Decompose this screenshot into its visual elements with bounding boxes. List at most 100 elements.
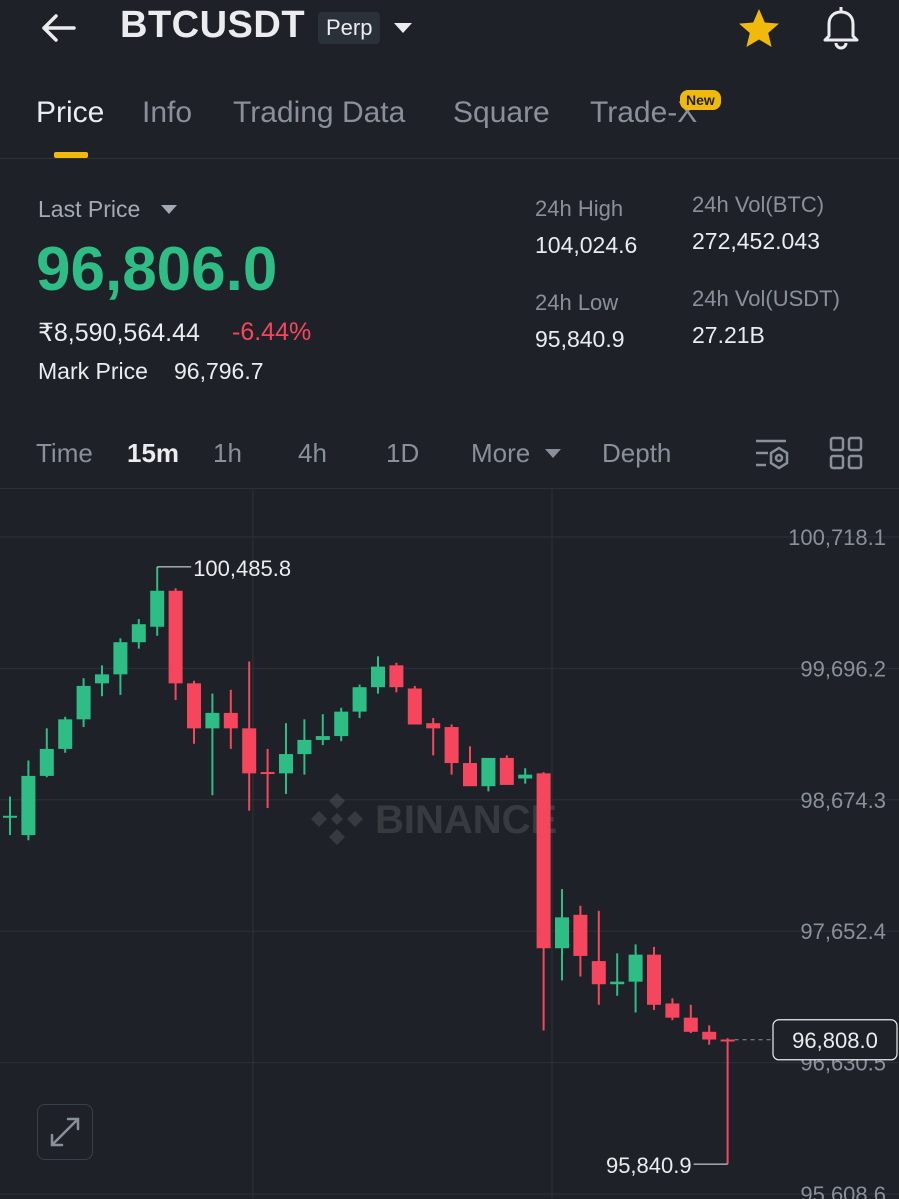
candle-body	[223, 712, 238, 729]
change-percent: -6.44%	[232, 318, 312, 346]
back-button[interactable]	[36, 8, 80, 48]
candle-body	[58, 719, 73, 749]
candle-body	[463, 763, 477, 787]
symbol-dropdown-button[interactable]	[392, 20, 414, 41]
stat-high-value: 104,024.6	[535, 232, 638, 258]
y-tick-label: 97,652.4	[800, 919, 886, 944]
candles	[3, 566, 735, 1165]
tab-square[interactable]: Square	[453, 96, 550, 130]
candle-body	[426, 723, 441, 729]
candle-body	[352, 687, 367, 712]
candle-body	[205, 712, 220, 729]
y-tick-label: 100,718.1	[788, 525, 886, 550]
layout-button[interactable]	[829, 436, 863, 475]
candle-body	[647, 954, 661, 1005]
candle-body	[555, 917, 569, 949]
expand-icon	[50, 1117, 80, 1147]
candle-body	[499, 757, 514, 785]
stat-low-label: 24h Low	[535, 290, 619, 315]
timeframe-more[interactable]: More	[471, 438, 530, 469]
timeframe-time[interactable]: Time	[36, 438, 93, 469]
favorite-button[interactable]	[736, 6, 782, 57]
candle-body	[39, 748, 54, 776]
timeframe-1d[interactable]: 1D	[386, 438, 419, 469]
candle-body	[371, 666, 385, 688]
last-price-dropdown[interactable]	[160, 203, 178, 221]
candle-body	[665, 1003, 680, 1018]
inr-price: ₹8,590,564.44	[38, 319, 200, 347]
last-price-label[interactable]: Last Price	[38, 196, 140, 223]
more-dropdown[interactable]	[544, 447, 562, 465]
candle-body	[150, 590, 165, 627]
candle-body	[315, 736, 330, 740]
candle-body	[536, 773, 551, 949]
mark-price-value: 96,796.7	[174, 358, 264, 384]
candle-body	[260, 772, 275, 775]
candle-body	[131, 624, 146, 643]
binance-watermark: BINANCE	[311, 793, 557, 845]
current-price-label: 96,808.0	[792, 1028, 878, 1053]
candle-body	[76, 685, 91, 720]
y-tick-label: 99,696.2	[800, 656, 886, 681]
candle-body	[187, 683, 201, 729]
candle-body	[407, 688, 422, 725]
candle-body	[444, 727, 459, 764]
candle-body	[683, 1017, 698, 1032]
caret-down-icon	[545, 449, 561, 458]
timeframe-4h[interactable]: 4h	[298, 438, 327, 469]
alert-button[interactable]	[818, 4, 864, 55]
candle-body	[334, 711, 349, 737]
mark-price-label: Mark Price	[38, 358, 148, 384]
stat-high-label: 24h High	[535, 196, 624, 221]
candle-body	[297, 739, 312, 755]
candle-body	[591, 961, 606, 985]
chevron-down-icon	[394, 23, 412, 33]
svg-text:BINANCE: BINANCE	[375, 798, 557, 842]
candle-body	[21, 775, 36, 836]
stat-low-value: 95,840.9	[535, 326, 625, 352]
stat-vol-btc-label: 24h Vol(BTC)	[692, 192, 825, 217]
tab-info[interactable]: Info	[142, 96, 192, 130]
timeframe-15m[interactable]: 15m	[127, 438, 179, 469]
y-tick-label: 95,608.6	[800, 1182, 886, 1199]
indicator-settings-button[interactable]	[754, 436, 790, 477]
fullscreen-button[interactable]	[37, 1104, 93, 1160]
chart-grid	[0, 489, 899, 1199]
symbol-title[interactable]: BTCUSDT	[120, 4, 305, 47]
timeframe-1h[interactable]: 1h	[213, 438, 242, 469]
caret-down-icon	[161, 205, 177, 214]
candle-body	[242, 728, 257, 774]
tab-price[interactable]: Price	[36, 96, 104, 130]
candle-body	[702, 1031, 717, 1040]
candle-body	[628, 954, 643, 982]
stat-vol-btc-value: 272,452.043	[692, 228, 820, 254]
stat-vol-usdt-value: 27.21B	[692, 322, 765, 348]
timeframe-depth[interactable]: Depth	[602, 438, 671, 469]
back-arrow-icon	[42, 14, 76, 42]
contract-type-badge[interactable]: Perp	[318, 12, 381, 44]
new-badge: New	[680, 90, 721, 110]
candle-body	[95, 674, 109, 684]
candle-body	[113, 642, 128, 675]
last-price: 96,806.0	[36, 235, 278, 304]
candle-body	[720, 1039, 735, 1042]
indicator-settings-icon	[756, 439, 789, 470]
candle-body	[168, 590, 183, 684]
candle-body	[481, 757, 496, 787]
low-price-label: 95,840.9	[606, 1153, 692, 1178]
candlestick-chart[interactable]: BINANCE 100,718.1 99,696.2 98,674.3 97,652.…	[0, 489, 899, 1199]
star-icon	[739, 9, 779, 47]
candle-body	[518, 774, 533, 779]
candle-body	[389, 665, 404, 688]
divider	[0, 158, 899, 159]
candle-body	[279, 754, 293, 774]
bell-icon	[823, 7, 859, 50]
y-tick-label: 98,674.3	[800, 788, 886, 813]
grid-icon	[829, 436, 863, 470]
tab-trading-data[interactable]: Trading Data	[233, 96, 405, 130]
candle-body	[573, 914, 588, 956]
stat-vol-usdt-label: 24h Vol(USDT)	[692, 286, 840, 311]
candle-body	[3, 815, 17, 818]
high-price-label: 100,485.8	[193, 556, 291, 581]
candle-body	[610, 981, 625, 985]
